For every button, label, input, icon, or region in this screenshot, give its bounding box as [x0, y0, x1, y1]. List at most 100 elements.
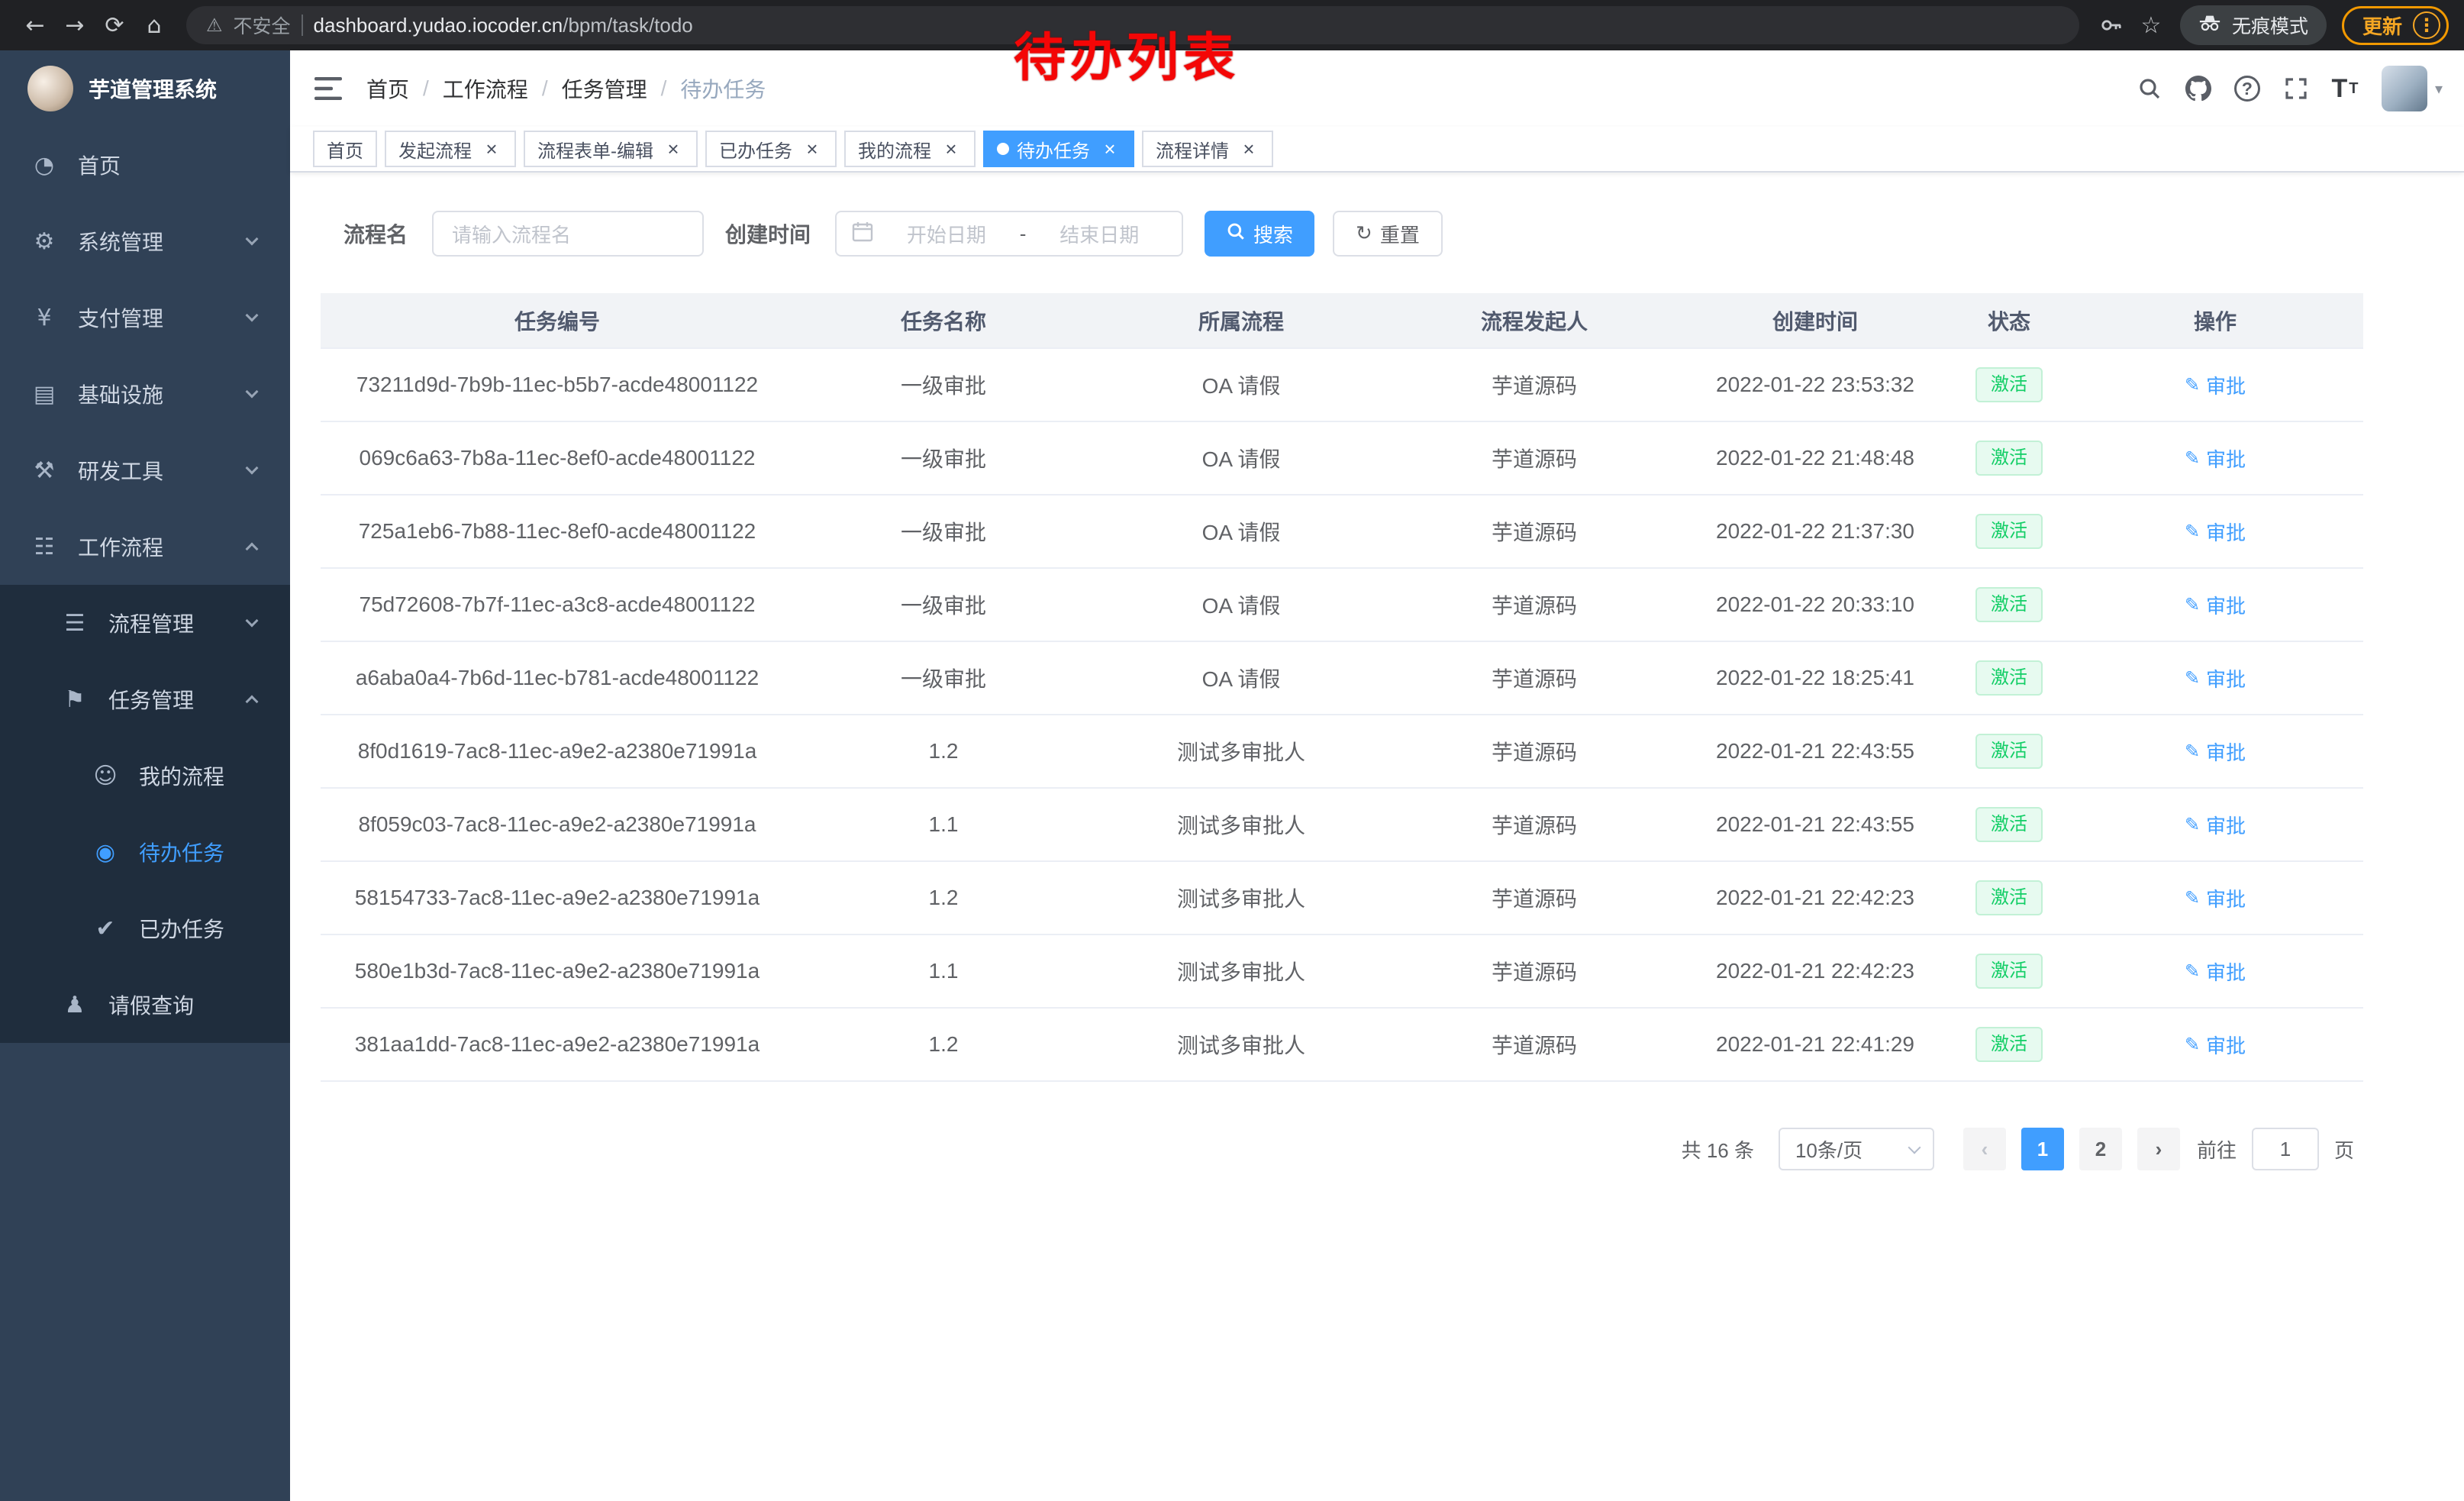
- password-key-icon[interactable]: [2091, 5, 2131, 45]
- tab-home[interactable]: 首页: [313, 131, 377, 167]
- close-icon[interactable]: ×: [801, 138, 823, 160]
- sidebar-item-done-tasks[interactable]: ✔已办任务: [0, 890, 290, 967]
- cell-process: OA 请假: [1093, 421, 1389, 495]
- browser-menu-icon[interactable]: ⋮: [2413, 11, 2440, 39]
- table-row: 580e1b3d-7ac8-11ec-a9e2-a2380e71991a1.1测…: [321, 934, 2363, 1008]
- search-icon[interactable]: [2125, 64, 2174, 113]
- cell-initiator: 芋道源码: [1389, 421, 1679, 495]
- col-status: 状态: [1951, 293, 2067, 348]
- user-avatar[interactable]: [2382, 66, 2427, 111]
- gear-icon: ⚙: [31, 228, 58, 255]
- approve-label: 审批: [2206, 664, 2246, 692]
- sidebar-item-task-management[interactable]: ⚑任务管理: [0, 661, 290, 738]
- sidebar-item-label: 已办任务: [139, 913, 224, 944]
- sidebar-item-workflow[interactable]: ☷工作流程: [0, 508, 290, 585]
- process-name-input[interactable]: 请输入流程名: [432, 211, 704, 257]
- approve-label: 审批: [2206, 738, 2246, 766]
- tab-form-edit[interactable]: 流程表单-编辑×: [524, 131, 698, 167]
- sidebar-item-payment-management[interactable]: ¥支付管理: [0, 279, 290, 356]
- cell-process: 测试多审批人: [1093, 715, 1389, 788]
- goto-page-input[interactable]: 1: [2252, 1128, 2319, 1170]
- hamburger-icon[interactable]: [314, 77, 342, 100]
- cell-process: OA 请假: [1093, 495, 1389, 568]
- chevron-up-icon: [246, 696, 259, 709]
- refresh-icon: ↻: [1356, 222, 1372, 245]
- font-size-icon[interactable]: TT: [2320, 64, 2369, 113]
- page-button-1[interactable]: 1: [2021, 1128, 2064, 1170]
- goto-suffix: 页: [2334, 1135, 2354, 1164]
- forward-icon[interactable]: →: [55, 5, 95, 45]
- goto-page-value: 1: [2280, 1138, 2291, 1161]
- url-path: /bpm/task/todo: [563, 14, 693, 37]
- sidebar-item-infrastructure[interactable]: ▤基础设施: [0, 356, 290, 432]
- sidebar-item-home[interactable]: ◔首页: [0, 127, 290, 203]
- avatar-caret-icon[interactable]: ▾: [2435, 79, 2443, 98]
- approve-link[interactable]: ✎审批: [2185, 738, 2246, 766]
- tags-view: 首页发起流程×流程表单-编辑×已办任务×我的流程×待办任务×流程详情×: [290, 127, 2464, 173]
- next-page-button[interactable]: ›: [2137, 1128, 2180, 1170]
- table-row: 381aa1dd-7ac8-11ec-a9e2-a2380e71991a1.2测…: [321, 1008, 2363, 1081]
- approve-link[interactable]: ✎审批: [2185, 444, 2246, 473]
- approve-link[interactable]: ✎审批: [2185, 591, 2246, 619]
- close-icon[interactable]: ×: [663, 138, 684, 160]
- github-icon[interactable]: [2174, 64, 2223, 113]
- sidebar-item-todo-tasks[interactable]: ◉待办任务: [0, 814, 290, 890]
- reload-icon[interactable]: ⟳: [95, 5, 134, 45]
- cell-created: 2022-01-22 23:53:32: [1679, 348, 1951, 421]
- page-size-select[interactable]: 10条/页: [1779, 1128, 1934, 1170]
- approve-link[interactable]: ✎审批: [2185, 884, 2246, 912]
- tab-my-processes[interactable]: 我的流程×: [844, 131, 976, 167]
- sidebar-item-process-management[interactable]: ☰流程管理: [0, 585, 290, 661]
- bookmark-star-icon[interactable]: ☆: [2131, 5, 2171, 45]
- sidebar-item-label: 工作流程: [78, 531, 163, 562]
- cell-task-name: 1.2: [794, 861, 1093, 934]
- cell-created: 2022-01-22 18:25:41: [1679, 641, 1951, 715]
- close-icon[interactable]: ×: [940, 138, 962, 160]
- sidebar-item-leave-query[interactable]: ♟请假查询: [0, 967, 290, 1043]
- breadcrumb-item-task-management[interactable]: 任务管理: [562, 73, 647, 104]
- breadcrumb-item-workflow[interactable]: 工作流程: [443, 73, 528, 104]
- tab-todo-tasks[interactable]: 待办任务×: [983, 131, 1134, 167]
- page-size-value: 10条/页: [1795, 1135, 1863, 1164]
- eye-icon: ◉: [92, 839, 119, 866]
- cell-task-name: 1.2: [794, 1008, 1093, 1081]
- approve-link[interactable]: ✎审批: [2185, 1031, 2246, 1059]
- close-icon[interactable]: ×: [1099, 138, 1121, 160]
- sidebar-item-dev-tools[interactable]: ⚒研发工具: [0, 432, 290, 508]
- reset-button[interactable]: ↻ 重置: [1333, 211, 1443, 257]
- approve-link[interactable]: ✎审批: [2185, 518, 2246, 546]
- approve-label: 审批: [2206, 371, 2246, 399]
- sidebar-item-system-management[interactable]: ⚙系统管理: [0, 203, 290, 279]
- address-bar[interactable]: ⚠ 不安全 dashboard.yudao.iocoder.cn/bpm/tas…: [186, 6, 2079, 44]
- tab-process-detail[interactable]: 流程详情×: [1142, 131, 1273, 167]
- search-button-icon: [1226, 221, 1246, 247]
- approve-link[interactable]: ✎审批: [2185, 664, 2246, 692]
- close-icon[interactable]: ×: [481, 138, 502, 160]
- flag-icon: ⚑: [61, 686, 89, 713]
- update-button[interactable]: 更新 ⋮: [2342, 6, 2449, 45]
- goto-label: 前往: [2197, 1135, 2237, 1164]
- approve-link[interactable]: ✎审批: [2185, 811, 2246, 839]
- cell-initiator: 芋道源码: [1389, 348, 1679, 421]
- home-icon[interactable]: ⌂: [134, 5, 174, 45]
- breadcrumb-item-home[interactable]: 首页: [366, 73, 409, 104]
- page-button-2[interactable]: 2: [2079, 1128, 2122, 1170]
- incognito-label: 无痕模式: [2232, 11, 2308, 39]
- help-icon[interactable]: ?: [2223, 64, 2272, 113]
- cell-initiator: 芋道源码: [1389, 1008, 1679, 1081]
- col-created: 创建时间: [1679, 293, 1951, 348]
- tab-start-process[interactable]: 发起流程×: [385, 131, 516, 167]
- search-button[interactable]: 搜索: [1205, 211, 1314, 257]
- back-icon[interactable]: ←: [15, 5, 55, 45]
- approve-link[interactable]: ✎审批: [2185, 371, 2246, 399]
- create-time-range-picker[interactable]: 开始日期 - 结束日期: [835, 211, 1183, 257]
- fullscreen-icon[interactable]: [2272, 64, 2320, 113]
- prev-page-button[interactable]: ‹: [1963, 1128, 2006, 1170]
- edit-icon: ✎: [2185, 447, 2200, 469]
- tab-done-tasks[interactable]: 已办任务×: [705, 131, 837, 167]
- approve-link[interactable]: ✎审批: [2185, 957, 2246, 986]
- sidebar-item-my-processes[interactable]: ☺我的流程: [0, 738, 290, 814]
- close-icon[interactable]: ×: [1238, 138, 1259, 160]
- top-navbar: 首页 / 工作流程 / 任务管理 / 待办任务 ?: [290, 50, 2464, 127]
- logo-avatar: [27, 66, 73, 111]
